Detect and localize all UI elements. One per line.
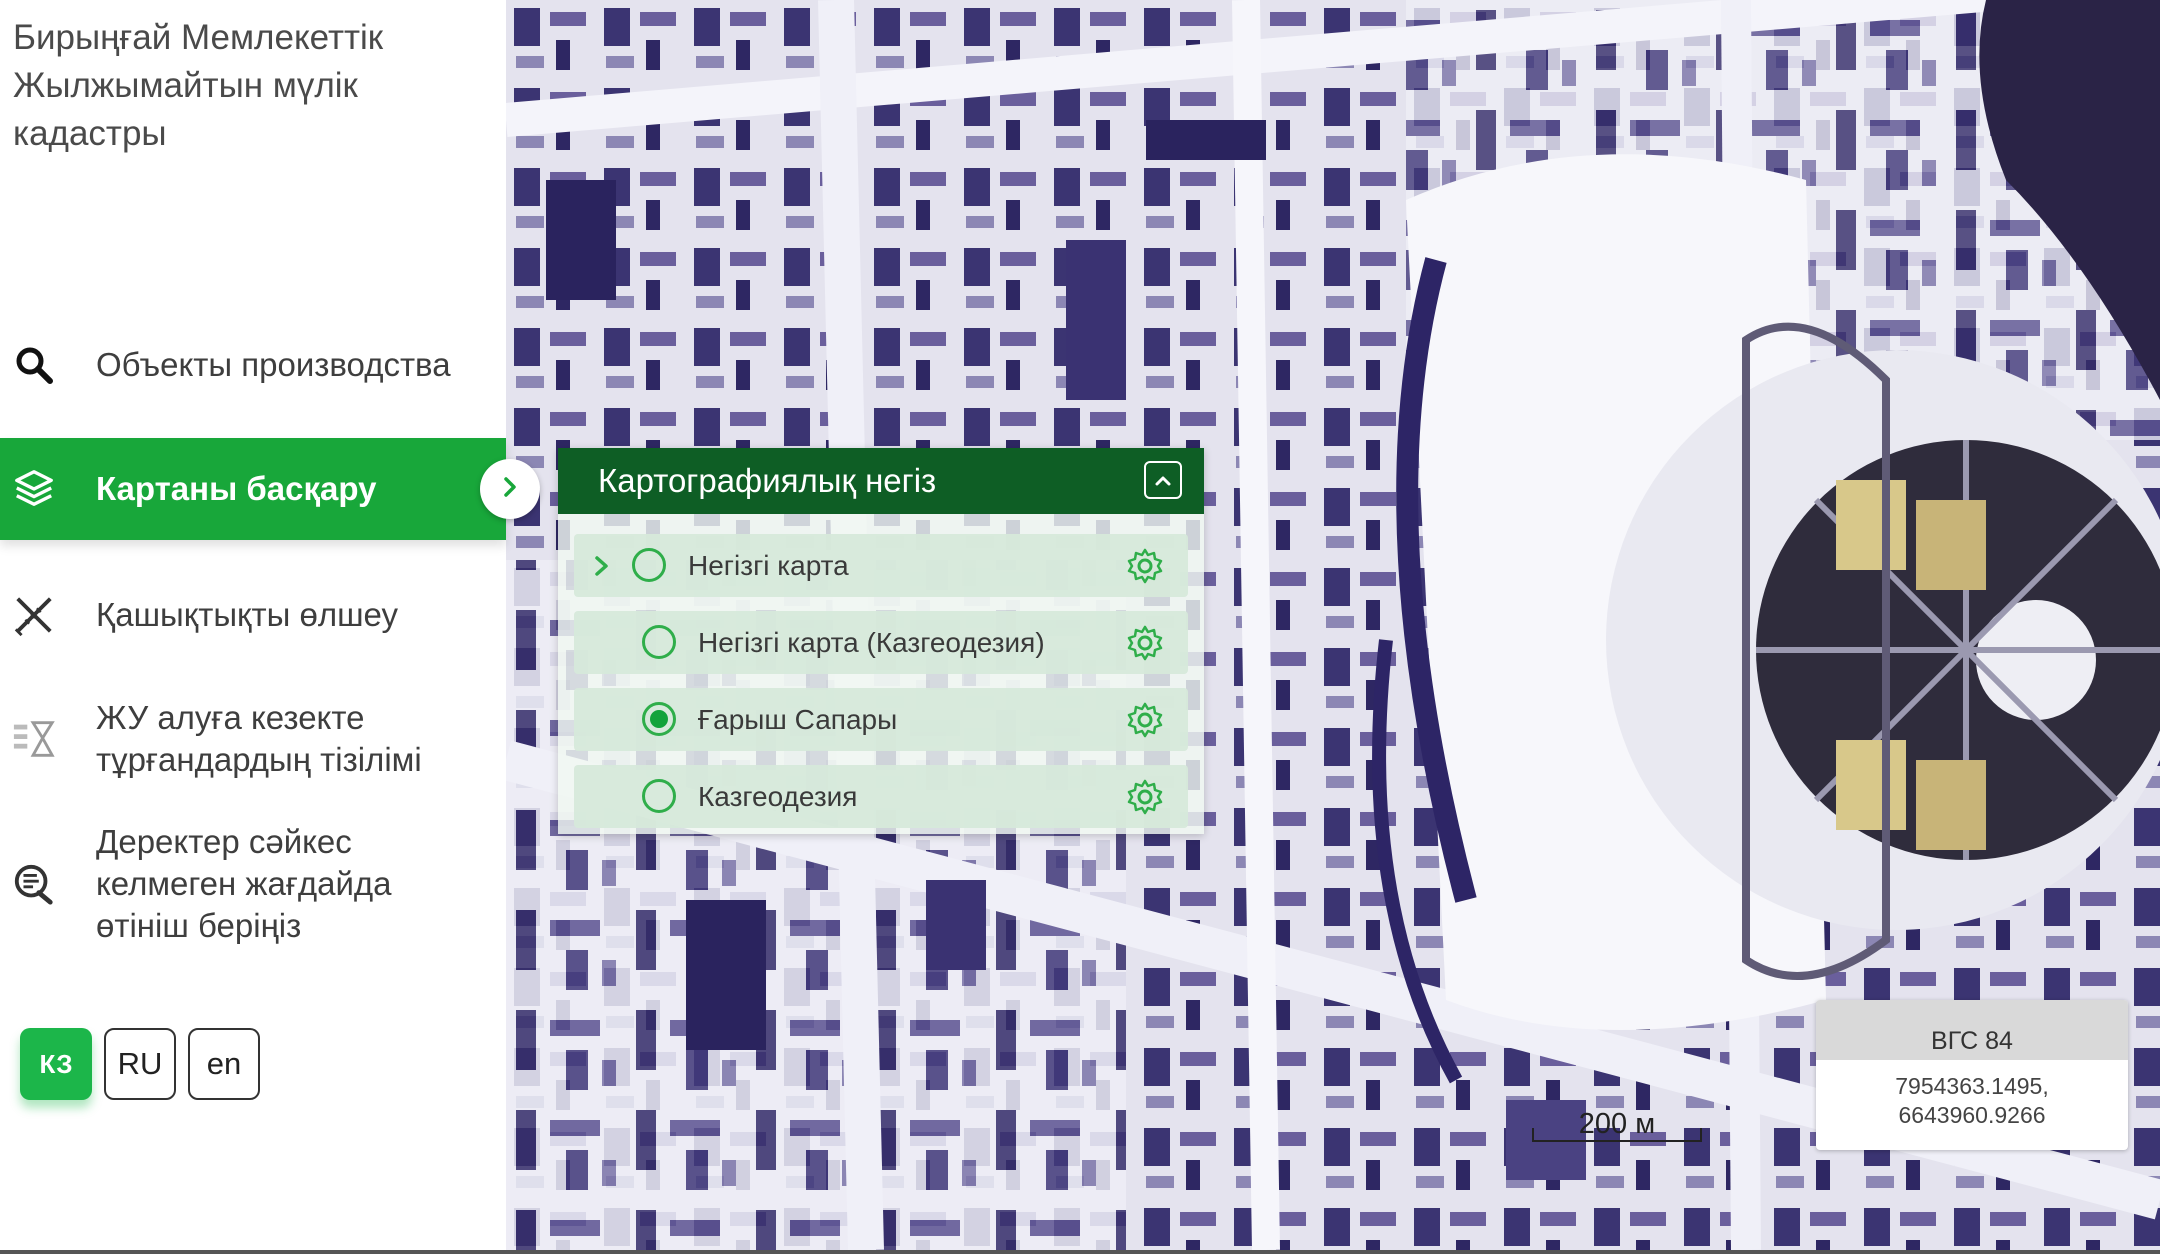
layer-radio[interactable] [632, 548, 666, 582]
basemap-panel-title: Картографиялық негіз [598, 462, 937, 499]
chevron-up-icon [1153, 447, 1173, 513]
chevron-right-icon [498, 475, 522, 504]
nav-label: Деректер сәйкес келмеген жағдайда өтініш… [96, 823, 392, 944]
layer-option-base-map[interactable]: Негізгі карта [574, 534, 1188, 597]
app-title: Бирыңғай Мемлекеттік Жылжымайтын мүлік к… [13, 18, 384, 153]
nav-label: ЖУ алуға кезекте тұрғандардың тізілімі [96, 699, 422, 778]
nav-item-map-control[interactable]: Картаны басқару [0, 438, 506, 540]
sidebar: Бирыңғай Мемлекеттік Жылжымайтын мүлік к… [0, 0, 506, 1250]
nav-item-queue-registry[interactable]: ЖУ алуға кезекте тұрғандардың тізілімі [0, 696, 506, 782]
layer-label: Ғарыш Сапары [698, 704, 898, 735]
layer-option-kazgeodesy[interactable]: Казгеодезия [574, 765, 1188, 828]
expand-panel-button[interactable] [480, 459, 540, 519]
layer-label: Казгеодезия [698, 781, 858, 812]
basemap-panel: Картографиялық негіз Негізгі карта Негіз… [558, 448, 1204, 834]
layer-label: Негізгі карта (Казгеодезия) [698, 627, 1045, 658]
coordinates-readout: 7954363.1495, 6643960.9266 [1895, 1073, 2049, 1128]
chevron-right-icon[interactable] [592, 554, 612, 583]
lang-kz-button[interactable]: КЗ [20, 1028, 92, 1100]
gear-icon[interactable] [1126, 547, 1164, 585]
bottom-border [0, 1250, 2160, 1254]
layer-radio[interactable] [642, 779, 676, 813]
layer-option-base-map-kazgeodesy[interactable]: Негізгі карта (Казгеодезия) [574, 611, 1188, 674]
layers-icon [12, 467, 56, 511]
layer-label: Негізгі карта [688, 550, 849, 581]
scale-line [1532, 1128, 1702, 1142]
nav-label: Объекты производства [96, 346, 451, 383]
collapse-panel-button[interactable] [1144, 461, 1182, 499]
request-icon [12, 862, 56, 906]
gear-icon[interactable] [1126, 701, 1164, 739]
nav-label: Қашықтықты өлшеу [96, 596, 399, 633]
lang-ru-button[interactable]: RU [104, 1028, 176, 1100]
lang-en-button[interactable]: en [188, 1028, 260, 1100]
layer-radio[interactable] [642, 702, 676, 736]
nav-item-measure-distance[interactable]: Қашықтықты өлшеу [0, 590, 506, 640]
nav-item-submit-request[interactable]: Деректер сәйкес келмеген жағдайда өтініш… [0, 820, 506, 948]
gear-icon[interactable] [1126, 624, 1164, 662]
projection-name[interactable]: ВГС 84 [1816, 1000, 2128, 1060]
nav-item-production-objects[interactable]: Объекты производства [0, 340, 506, 390]
search-icon [12, 343, 56, 387]
coordinate-display: ВГС 84 7954363.1495, 6643960.9266 [1816, 1000, 2128, 1150]
basemap-panel-header: Картографиялық негіз [558, 448, 1204, 514]
gear-icon[interactable] [1126, 778, 1164, 816]
ruler-icon [12, 593, 56, 637]
nav-label: Картаны басқару [96, 470, 377, 507]
scale-bar: 200 м [1532, 1108, 1702, 1142]
language-switcher: КЗ RU en [20, 1028, 260, 1100]
layer-option-garysh-sapary[interactable]: Ғарыш Сапары [574, 688, 1188, 751]
layer-radio[interactable] [642, 625, 676, 659]
queue-list-icon [12, 717, 56, 761]
